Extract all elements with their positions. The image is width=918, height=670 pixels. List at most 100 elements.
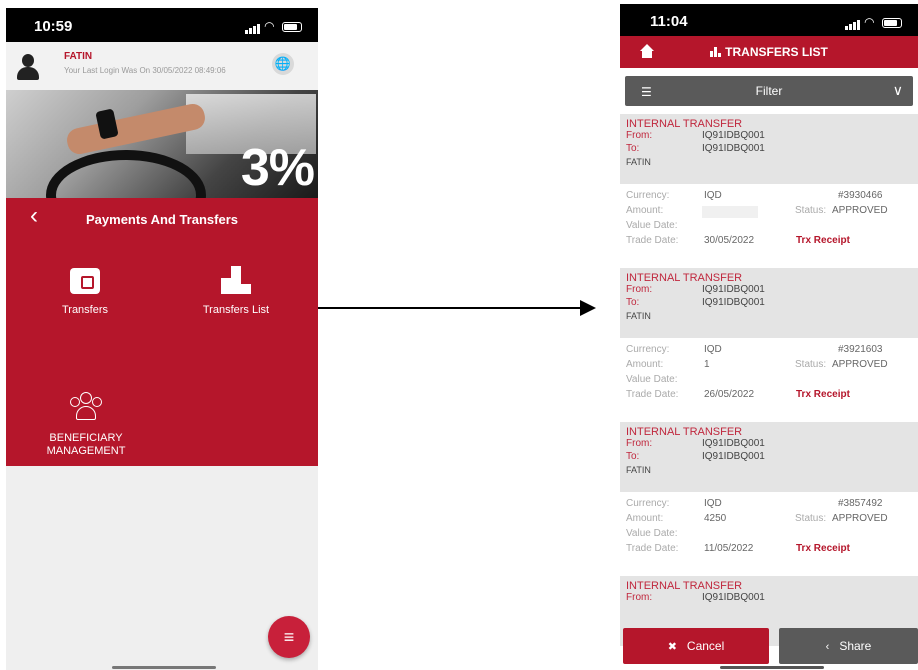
trade-date-label: Trade Date: [626,389,679,400]
transfer-card-details: Currency: IQD #3930466 Amount: Status: APPRO… [620,184,918,268]
status-value: APPROVED [832,359,888,370]
home-indicator [112,666,216,669]
page-title: TRANSFERS LIST [620,45,918,59]
amount-value: 4250 [704,513,727,524]
wifi-icon: ◠ [264,19,275,33]
reference-number: #3921603 [838,344,883,355]
transfer-type: INTERNAL TRANSFER [626,118,743,130]
to-account: IQ91IDBQ001 [702,451,765,462]
bar-chart-icon [710,47,722,57]
currency-value: IQD [704,498,722,509]
value-date-label: Value Date: [626,374,678,385]
status-time: 11:04 [650,13,688,30]
menu-icon: ≡ [283,627,295,647]
transfer-card-header: INTERNAL TRANSFER From: IQ91IDBQ001 To: IQ… [620,422,918,492]
user-name: FATIN [64,51,93,62]
transfer-card-header: INTERNAL TRANSFER From: IQ91IDBQ001 To: IQ… [620,114,918,184]
currency-value: IQD [704,190,722,201]
cancel-button[interactable]: ✖ Cancel [623,628,769,664]
tile-label: Transfers [61,304,109,316]
from-label: From: [626,284,653,295]
connector-arrow-head [580,300,596,316]
currency-label: Currency: [626,498,670,509]
value-date-label: Value Date: [626,220,678,231]
tile-beneficiary-management[interactable]: BENEFICIARY MANAGEMENT [36,392,136,458]
filter-bar[interactable]: ☰ Filter ∨ [625,76,913,106]
beneficiary-name: FATIN [626,157,651,167]
to-label: To: [626,451,640,462]
amount-value: 1 [704,359,710,370]
signal-icon [244,20,261,34]
status-label: Status: [795,359,827,370]
status-label: Status: [795,513,827,524]
from-account: IQ91IDBQ001 [702,284,765,295]
cancel-icon: ✖ [667,641,677,653]
trx-receipt-link[interactable]: Trx Receipt [796,235,850,246]
amount-label: Amount: [626,205,664,216]
to-account: IQ91IDBQ001 [702,143,765,154]
trx-receipt-link[interactable]: Trx Receipt [796,543,850,554]
transfer-type: INTERNAL TRANSFER [626,426,743,438]
chevron-down-icon: ∨ [892,82,903,98]
wallet-icon [70,268,100,294]
battery-icon [882,17,902,28]
page-title-text: TRANSFERS LIST [725,45,828,59]
trade-date-value: 30/05/2022 [704,235,755,246]
status-icons: ◠ [244,19,302,34]
beneficiary-name: FATIN [626,465,651,475]
status-value: APPROVED [832,205,888,216]
transfer-card-header: INTERNAL TRANSFER From: IQ91IDBQ001 To: IQ… [620,268,918,338]
transfer-type: INTERNAL TRANSFER [626,272,743,284]
currency-label: Currency: [626,190,670,201]
status-bar: 11:04 ◠ [620,4,918,36]
bar-chart-icon [219,266,253,294]
globe-icon[interactable]: 🌐 [272,53,294,75]
currency-label: Currency: [626,344,670,355]
home-indicator [720,666,824,669]
banner-percentage: 3% [240,139,315,197]
beneficiary-name: FATIN [626,311,651,321]
status-time: 10:59 [34,18,73,35]
tile-label: Transfers List [202,304,270,316]
panel-title: Payments And Transfers [86,212,238,227]
amount-redacted [702,206,758,218]
tile-transfers[interactable]: Transfers [40,268,130,317]
menu-fab-button[interactable]: ≡ [268,616,310,658]
reference-number: #3857492 [838,498,883,509]
tile-label: BENEFICIARY MANAGEMENT [46,432,126,457]
wifi-icon: ◠ [864,15,875,29]
status-bar: 10:59 ◠ [6,8,318,42]
battery-icon [282,21,302,32]
currency-value: IQD [704,344,722,355]
to-account: IQ91IDBQ001 [702,297,765,308]
trade-date-label: Trade Date: [626,543,679,554]
trx-receipt-link[interactable]: Trx Receipt [796,389,850,400]
transfer-card-details: Currency: IQD #3921603 Amount: 1 Status: APPR… [620,338,918,422]
transfer-card[interactable]: INTERNAL TRANSFER From: IQ91IDBQ001 To: IQ… [620,114,918,268]
reference-number: #3930466 [838,190,883,201]
people-icon [68,392,104,422]
transfers-list-header: TRANSFERS LIST [620,36,918,68]
tile-transfers-list[interactable]: Transfers List [186,266,286,317]
transfer-card-details: Currency: IQD #3857492 Amount: 4250 Status: A… [620,492,918,576]
from-account: IQ91IDBQ001 [702,438,765,449]
signal-icon [844,16,861,30]
amount-label: Amount: [626,359,664,370]
transfer-card[interactable]: INTERNAL TRANSFER From: IQ91IDBQ001 To: IQ… [620,422,918,576]
from-account: IQ91IDBQ001 [702,130,765,141]
from-label: From: [626,438,653,449]
transfer-type: INTERNAL TRANSFER [626,580,743,592]
left-phone-screen: 10:59 ◠ FATIN Your Last Login Was On 30/… [6,8,318,670]
last-login-text: Your Last Login Was On 30/05/2022 08:49:… [64,66,226,75]
to-label: To: [626,297,640,308]
trade-date-value: 11/05/2022 [704,543,754,554]
status-icons: ◠ [844,15,902,30]
cancel-button-label: Cancel [686,639,725,653]
status-label: Status: [795,205,827,216]
trade-date-value: 26/05/2022 [704,389,755,400]
transfer-card[interactable]: INTERNAL TRANSFER From: IQ91IDBQ001 To: IQ… [620,268,918,422]
right-phone-screen: 11:04 ◠ TRANSFERS LIST ☰ Filter ∨ INTERN… [620,4,918,670]
to-label: To: [626,143,640,154]
promo-banner[interactable]: 3% [6,90,318,198]
share-button[interactable]: ‹ Share [779,628,918,664]
